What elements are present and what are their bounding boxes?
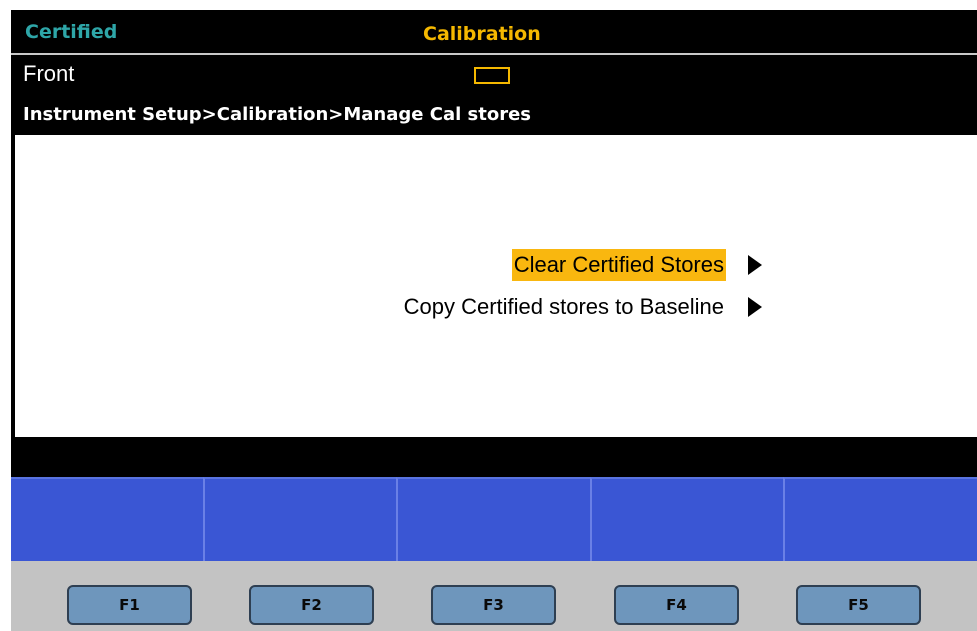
menu-item-clear-certified-stores[interactable]: Clear Certified Stores — [511, 247, 762, 283]
mode-label: Certified — [25, 21, 118, 43]
menu-item-copy-certified-to-baseline[interactable]: Copy Certified stores to Baseline — [402, 289, 762, 325]
f1-button[interactable]: F1 — [67, 585, 192, 625]
softkey-4[interactable] — [589, 477, 784, 561]
instrument-display: Certified Calibration Front Instrument S… — [11, 10, 977, 561]
f3-button[interactable]: F3 — [431, 585, 556, 625]
softkey-5[interactable] — [783, 477, 977, 561]
softkey-label-row — [11, 477, 977, 561]
menu-area: Clear Certified Stores Copy Certified st… — [15, 135, 977, 437]
softkey-2[interactable] — [202, 477, 397, 561]
terminal-label: Front — [23, 61, 75, 86]
info-row: Front Instrument Setup>Calibration>Manag… — [11, 55, 977, 135]
menu-item-label: Copy Certified stores to Baseline — [403, 294, 724, 319]
status-strip — [11, 437, 977, 477]
breadcrumb: Instrument Setup>Calibration>Manage Cal … — [23, 104, 532, 125]
arrow-right-icon — [748, 255, 762, 275]
front-panel-bezel: F1 F2 F3 F4 F5 — [11, 561, 977, 631]
softkey-3[interactable] — [396, 477, 590, 561]
status-indicator-box — [474, 67, 510, 84]
title-bar: Certified Calibration — [11, 10, 977, 55]
f2-button[interactable]: F2 — [249, 585, 374, 625]
f5-button[interactable]: F5 — [796, 585, 921, 625]
f4-button[interactable]: F4 — [614, 585, 739, 625]
screen-title: Calibration — [423, 23, 541, 45]
softkey-1[interactable] — [11, 477, 203, 561]
arrow-right-icon — [748, 297, 762, 317]
menu-item-label: Clear Certified Stores — [511, 249, 726, 281]
